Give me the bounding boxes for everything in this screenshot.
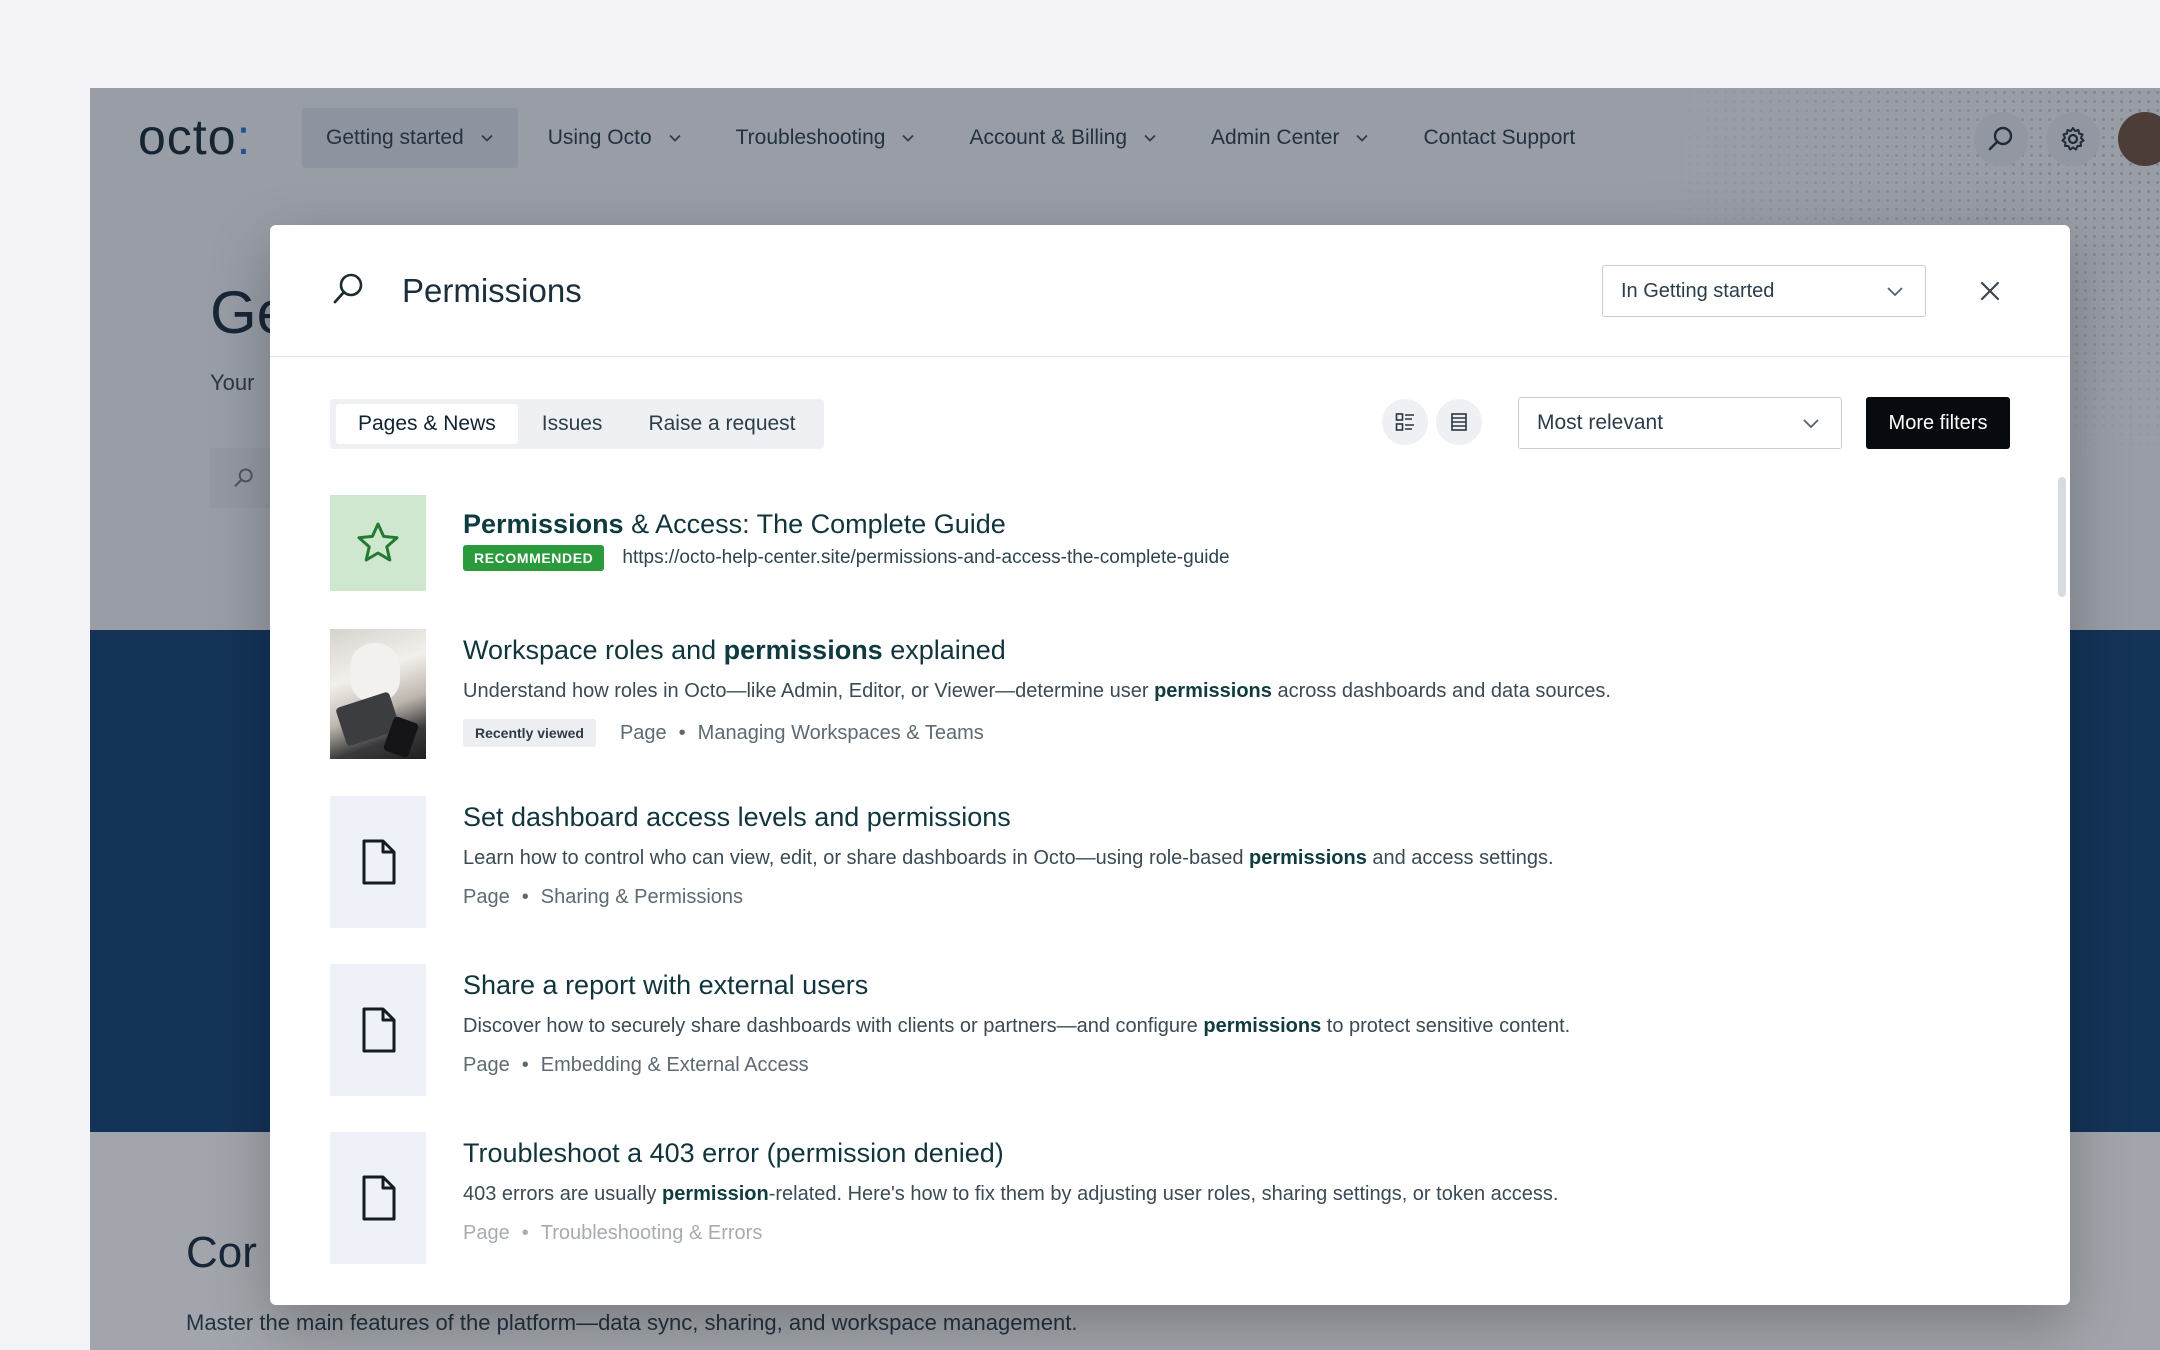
result-description: Discover how to securely share dashboard… [463, 1015, 1571, 1037]
search-scope-select[interactable]: In Getting started [1602, 265, 1926, 317]
search-icon [333, 273, 363, 304]
result-type: Page [463, 886, 510, 908]
more-filters-button[interactable]: More filters [1866, 397, 2010, 449]
tab-raise-request[interactable]: Raise a request [626, 404, 817, 444]
meta-separator: • [521, 1222, 529, 1244]
result-item[interactable]: Permissions & Access: The Complete Guide… [330, 495, 2030, 591]
meta-separator: • [521, 886, 529, 908]
document-icon [362, 839, 396, 885]
result-thumbnail [330, 796, 426, 928]
result-thumbnail [330, 964, 426, 1096]
sort-select-value: Most relevant [1537, 411, 1664, 434]
result-category[interactable]: Sharing & Permissions [541, 886, 743, 909]
search-modal: In Getting started Pages & News Issues R… [270, 225, 2070, 1305]
star-icon [357, 522, 399, 562]
result-description: Understand how roles in Octo—like Admin,… [463, 680, 1611, 702]
result-thumbnail [330, 495, 426, 591]
result-thumbnail [330, 629, 426, 759]
close-icon [1980, 281, 2000, 301]
result-type: Page [463, 1222, 510, 1244]
results-scrollbar[interactable] [2058, 477, 2066, 597]
result-type-tabs: Pages & News Issues Raise a request [330, 399, 824, 449]
meta-separator: • [521, 1054, 529, 1076]
close-button[interactable] [1974, 275, 2006, 307]
chevron-down-icon [1887, 287, 1903, 297]
scope-select-value: In Getting started [1621, 279, 1775, 302]
result-description: Learn how to control who can view, edit,… [463, 847, 1554, 869]
result-description: 403 errors are usually permission-relate… [463, 1183, 1559, 1205]
tab-issues[interactable]: Issues [520, 404, 625, 444]
result-meta: Page • Embedding & External Access [463, 1054, 2030, 1077]
sort-select[interactable]: Most relevant [1518, 397, 1842, 449]
result-body: Set dashboard access levels and permissi… [463, 800, 2030, 928]
search-results: Permissions & Access: The Complete Guide… [330, 495, 2030, 1264]
result-item[interactable]: Workspace roles and permissions explaine… [330, 629, 2030, 759]
result-url[interactable]: https://octo-help-center.site/permission… [622, 547, 1229, 569]
result-title[interactable]: Set dashboard access levels and permissi… [463, 800, 2030, 834]
recommended-badge: RECOMMENDED [463, 545, 605, 571]
result-type: Page [619, 721, 667, 744]
result-body: Share a report with external users Disco… [463, 968, 2030, 1096]
result-item[interactable]: Set dashboard access levels and permissi… [330, 796, 2030, 928]
result-item[interactable]: Troubleshoot a 403 error (permission den… [330, 1132, 2030, 1264]
search-modal-header: In Getting started [270, 225, 2070, 357]
result-category[interactable]: Troubleshooting & Errors [541, 1222, 763, 1245]
document-icon [362, 1175, 396, 1221]
compact-list-icon [1451, 413, 1467, 431]
result-title[interactable]: Share a report with external users [463, 968, 2030, 1002]
meta-separator: • [678, 721, 686, 744]
result-body: Permissions & Access: The Complete Guide… [463, 507, 2030, 591]
result-category[interactable]: Embedding & External Access [541, 1054, 809, 1077]
tab-pages-news[interactable]: Pages & News [336, 404, 518, 444]
result-meta: RECOMMENDED https://octo-help-center.sit… [463, 545, 2030, 571]
document-icon [362, 1007, 396, 1053]
detailed-view-toggle[interactable] [1382, 399, 1428, 445]
result-meta: Recently viewed Page • Managing Workspac… [463, 719, 2030, 747]
recently-viewed-badge: Recently viewed [463, 719, 596, 747]
result-title[interactable]: Workspace roles and permissions explaine… [463, 633, 2030, 667]
result-title[interactable]: Troubleshoot a 403 error (permission den… [463, 1136, 2030, 1170]
search-input[interactable] [402, 261, 1402, 321]
chevron-down-icon [1803, 419, 1819, 429]
result-meta: Page • Sharing & Permissions [463, 886, 2030, 909]
result-title[interactable]: Permissions & Access: The Complete Guide [463, 507, 2030, 541]
result-meta: Page • Troubleshooting & Errors [463, 1222, 2030, 1245]
result-item[interactable]: Share a report with external users Disco… [330, 964, 2030, 1096]
compact-view-toggle[interactable] [1436, 399, 1482, 445]
result-body: Troubleshoot a 403 error (permission den… [463, 1136, 2030, 1264]
result-type: Page [463, 1054, 510, 1076]
result-thumbnail [330, 1132, 426, 1264]
result-body: Workspace roles and permissions explaine… [463, 633, 2030, 759]
detailed-list-icon [1395, 413, 1414, 431]
result-category[interactable]: Managing Workspaces & Teams [698, 722, 984, 745]
